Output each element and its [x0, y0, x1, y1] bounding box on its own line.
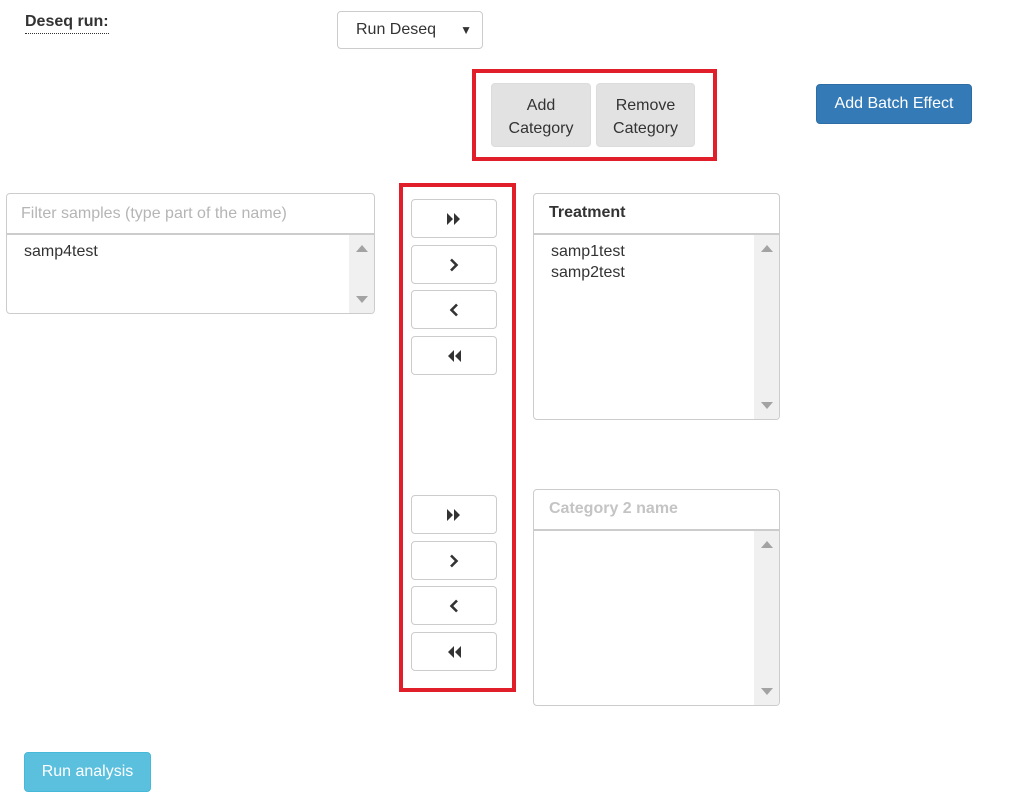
- caret-down-icon: ▼: [460, 23, 472, 37]
- move-to-treatment-button[interactable]: [411, 245, 497, 284]
- scroll-down-icon[interactable]: [761, 688, 773, 695]
- add-category-button[interactable]: Add Category: [491, 83, 591, 147]
- deseq-run-select[interactable]: Run Deseq ▼: [337, 11, 483, 49]
- move-to-category2-button[interactable]: [411, 541, 497, 580]
- add-batch-effect-button[interactable]: Add Batch Effect: [816, 84, 972, 124]
- move-all-left-icon: [448, 645, 461, 658]
- scroll-up-icon[interactable]: [761, 245, 773, 252]
- move-left-icon: [449, 303, 458, 316]
- move-all-to-category2-button[interactable]: [411, 495, 497, 534]
- category-1-scrollbar[interactable]: [754, 235, 779, 419]
- remove-category-label-line2: Category: [613, 120, 678, 137]
- add-category-label-line1: Add: [526, 97, 556, 114]
- add-category-label-line2: Category: [508, 120, 574, 137]
- scroll-down-icon[interactable]: [761, 402, 773, 409]
- move-right-icon: [450, 258, 459, 271]
- category-2-scrollbar[interactable]: [754, 531, 779, 705]
- list-item[interactable]: samp2test: [551, 262, 625, 283]
- move-left-icon: [449, 599, 458, 612]
- scroll-up-icon[interactable]: [356, 245, 368, 252]
- move-all-left-icon: [448, 349, 461, 362]
- move-all-from-treatment-button[interactable]: [411, 336, 497, 375]
- run-analysis-button[interactable]: Run analysis: [24, 752, 151, 792]
- available-samples-scrollbar[interactable]: [349, 235, 374, 313]
- category-2-samples-list[interactable]: [533, 530, 780, 706]
- available-samples-list[interactable]: samp4test: [6, 234, 375, 314]
- move-from-treatment-button[interactable]: [411, 290, 497, 329]
- category-1-samples-list[interactable]: samp1test samp2test: [533, 234, 780, 420]
- move-all-right-icon: [447, 508, 460, 521]
- move-all-right-icon: [447, 212, 460, 225]
- filter-samples-input[interactable]: [6, 193, 375, 234]
- move-all-from-category2-button[interactable]: [411, 632, 497, 671]
- move-all-to-treatment-button[interactable]: [411, 199, 497, 238]
- deseq-run-select-value: Run Deseq: [356, 21, 437, 38]
- scroll-up-icon[interactable]: [761, 541, 773, 548]
- remove-category-button[interactable]: Remove Category: [596, 83, 695, 147]
- category-2-name-field[interactable]: Category 2 name: [533, 489, 780, 530]
- move-from-category2-button[interactable]: [411, 586, 497, 625]
- list-item[interactable]: samp4test: [24, 241, 98, 262]
- deseq-run-label: Deseq run:: [25, 12, 109, 34]
- move-right-icon: [450, 554, 459, 567]
- scroll-down-icon[interactable]: [356, 296, 368, 303]
- remove-category-label-line1: Remove: [615, 97, 676, 114]
- category-1-name-field[interactable]: Treatment: [533, 193, 780, 234]
- list-item[interactable]: samp1test: [551, 241, 625, 262]
